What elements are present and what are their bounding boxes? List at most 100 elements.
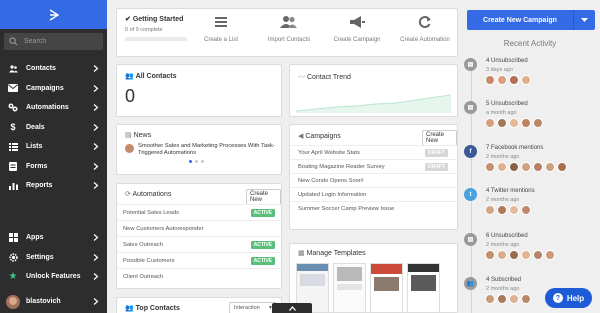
create-campaign-action[interactable]: Create Campaign [323, 15, 391, 43]
import-contacts-button[interactable]: Import Contacts [255, 15, 323, 43]
contact-trend-card[interactable]: 〰 Contact Trend [289, 64, 458, 117]
avatar[interactable] [533, 162, 543, 172]
news-headline-link[interactable]: Smoother Sales and Marketing Processes W… [138, 143, 278, 157]
activity-item[interactable]: f 7 Facebook mentions 2 months ago [464, 145, 600, 183]
template-thumbnail[interactable] [370, 263, 403, 313]
avatar[interactable] [533, 118, 543, 128]
avatar[interactable] [485, 294, 495, 304]
avatar[interactable] [521, 162, 531, 172]
sidebar-item-label: Apps [26, 234, 44, 242]
chevron-right-icon [93, 162, 99, 170]
template-thumbnail[interactable] [333, 263, 366, 313]
avatar[interactable] [497, 162, 507, 172]
avatar[interactable] [497, 294, 507, 304]
avatar[interactable] [521, 205, 531, 215]
check-icon: ✔ [125, 16, 131, 23]
template-thumbnail[interactable] [407, 263, 440, 313]
avatar[interactable] [521, 250, 531, 260]
avatar[interactable] [497, 118, 507, 128]
avatar[interactable] [485, 250, 495, 260]
sidebar-item-unlock-features[interactable]: ★ Unlock Features [0, 267, 107, 287]
search-input[interactable]: Search [4, 33, 103, 50]
activity-time: 3 days ago [486, 67, 513, 73]
user-menu[interactable]: blastovich [0, 290, 107, 313]
sidebar-item-deals[interactable]: $ Deals [0, 118, 107, 138]
activity-item[interactable]: ▤ 4 Unsubscribed 3 days ago [464, 58, 600, 96]
avatar[interactable] [509, 75, 519, 85]
avatar[interactable] [545, 162, 555, 172]
create-list-button[interactable]: Create a List [187, 15, 255, 43]
avatar[interactable] [485, 118, 495, 128]
activity-item[interactable]: ▤ 6 Unsubscribed 2 months ago [464, 233, 600, 271]
chevron-right-icon [93, 65, 99, 72]
sidebar-item-settings[interactable]: Settings [0, 248, 107, 268]
list-item[interactable]: Boating Magazine Reader Survey DRAFT [290, 159, 457, 173]
top-contacts-sort-select[interactable]: Interaction ▼ [229, 302, 277, 313]
avatar[interactable] [521, 118, 531, 128]
avatar[interactable] [509, 162, 519, 172]
list-item[interactable]: Summer Soccer Camp Preview Issue [290, 201, 457, 215]
list-item[interactable]: Client Outreach [117, 268, 281, 284]
timeline-line [471, 58, 472, 313]
scroll-up-button[interactable] [272, 303, 312, 313]
sidebar-item-campaigns[interactable]: Campaigns [0, 79, 107, 99]
create-new-campaign-button[interactable]: Create New Campaign [467, 10, 595, 30]
activity-avatars [485, 205, 533, 215]
status-badge: ACTIVE [250, 209, 275, 217]
avatar[interactable] [533, 250, 543, 260]
dropdown-toggle[interactable] [573, 10, 595, 30]
create-automation-button[interactable]: Create New [246, 189, 281, 205]
help-button[interactable]: ? Help [545, 288, 592, 308]
sidebar-item-label: Campaigns [26, 84, 64, 92]
list-item[interactable]: New Customers Autoresponder [117, 220, 281, 236]
avatar[interactable] [545, 250, 555, 260]
avatar[interactable] [509, 205, 519, 215]
list-item[interactable]: Sales Outreach ACTIVE [117, 236, 281, 252]
sidebar-item-label: Deals [26, 123, 45, 131]
getting-started-title: ✔ Getting Started [125, 16, 184, 23]
activity-item[interactable]: ▤ 5 Unsubscribed a month ago [464, 101, 600, 139]
pager-dot[interactable] [195, 160, 198, 163]
create-campaign-button[interactable]: Create New [422, 130, 457, 146]
avatar[interactable] [497, 205, 507, 215]
automation-name: Possible Customers [123, 258, 175, 264]
logo[interactable] [0, 0, 107, 29]
avatar[interactable] [509, 118, 519, 128]
list-item[interactable]: Your April Website Stats DRAFT [290, 145, 457, 159]
sidebar-item-reports[interactable]: Reports [0, 176, 107, 196]
list-item[interactable]: Potential Sales Leads ACTIVE [117, 204, 281, 220]
chevron-right-icon [93, 273, 99, 280]
avatar[interactable] [509, 250, 519, 260]
news-pager [189, 160, 204, 163]
activity-item[interactable]: t 4 Twitter mentions 2 months ago [464, 188, 600, 226]
chevron-right-icon [93, 253, 99, 261]
pager-dot[interactable] [201, 160, 204, 163]
avatar[interactable] [521, 75, 531, 85]
manage-templates-header: ▦ Manage Templates [298, 250, 366, 257]
sidebar-item-forms[interactable]: Forms [0, 157, 107, 177]
username: blastovich [26, 298, 61, 305]
sidebar-item-automations[interactable]: Automations [0, 98, 107, 118]
sidebar-item-apps[interactable]: Apps [0, 228, 107, 248]
avatar[interactable] [497, 75, 507, 85]
dollar-icon: $ [10, 122, 16, 133]
avatar[interactable] [557, 162, 567, 172]
avatar[interactable] [521, 294, 531, 304]
chevron-right-icon [93, 84, 99, 92]
list-item[interactable]: Possible Customers ACTIVE [117, 252, 281, 268]
caret-down-icon [581, 18, 588, 22]
pager-dot[interactable] [189, 160, 192, 163]
contact-trend-sparkline [296, 94, 451, 113]
list-item[interactable]: Updated Login Information [290, 187, 457, 201]
avatar[interactable] [485, 75, 495, 85]
create-automation-action[interactable]: Create Automation [391, 15, 459, 43]
avatar[interactable] [485, 162, 495, 172]
avatar[interactable] [509, 294, 519, 304]
avatar[interactable] [485, 205, 495, 215]
all-contacts-card[interactable]: 👥 All Contacts 0 [116, 64, 282, 117]
avatar[interactable] [497, 250, 507, 260]
sidebar-item-lists[interactable]: Lists [0, 137, 107, 157]
newspaper-icon: ▤ [125, 132, 132, 139]
list-item[interactable]: New Condo Opens Soon! [290, 173, 457, 187]
sidebar-item-contacts[interactable]: Contacts [0, 59, 107, 79]
